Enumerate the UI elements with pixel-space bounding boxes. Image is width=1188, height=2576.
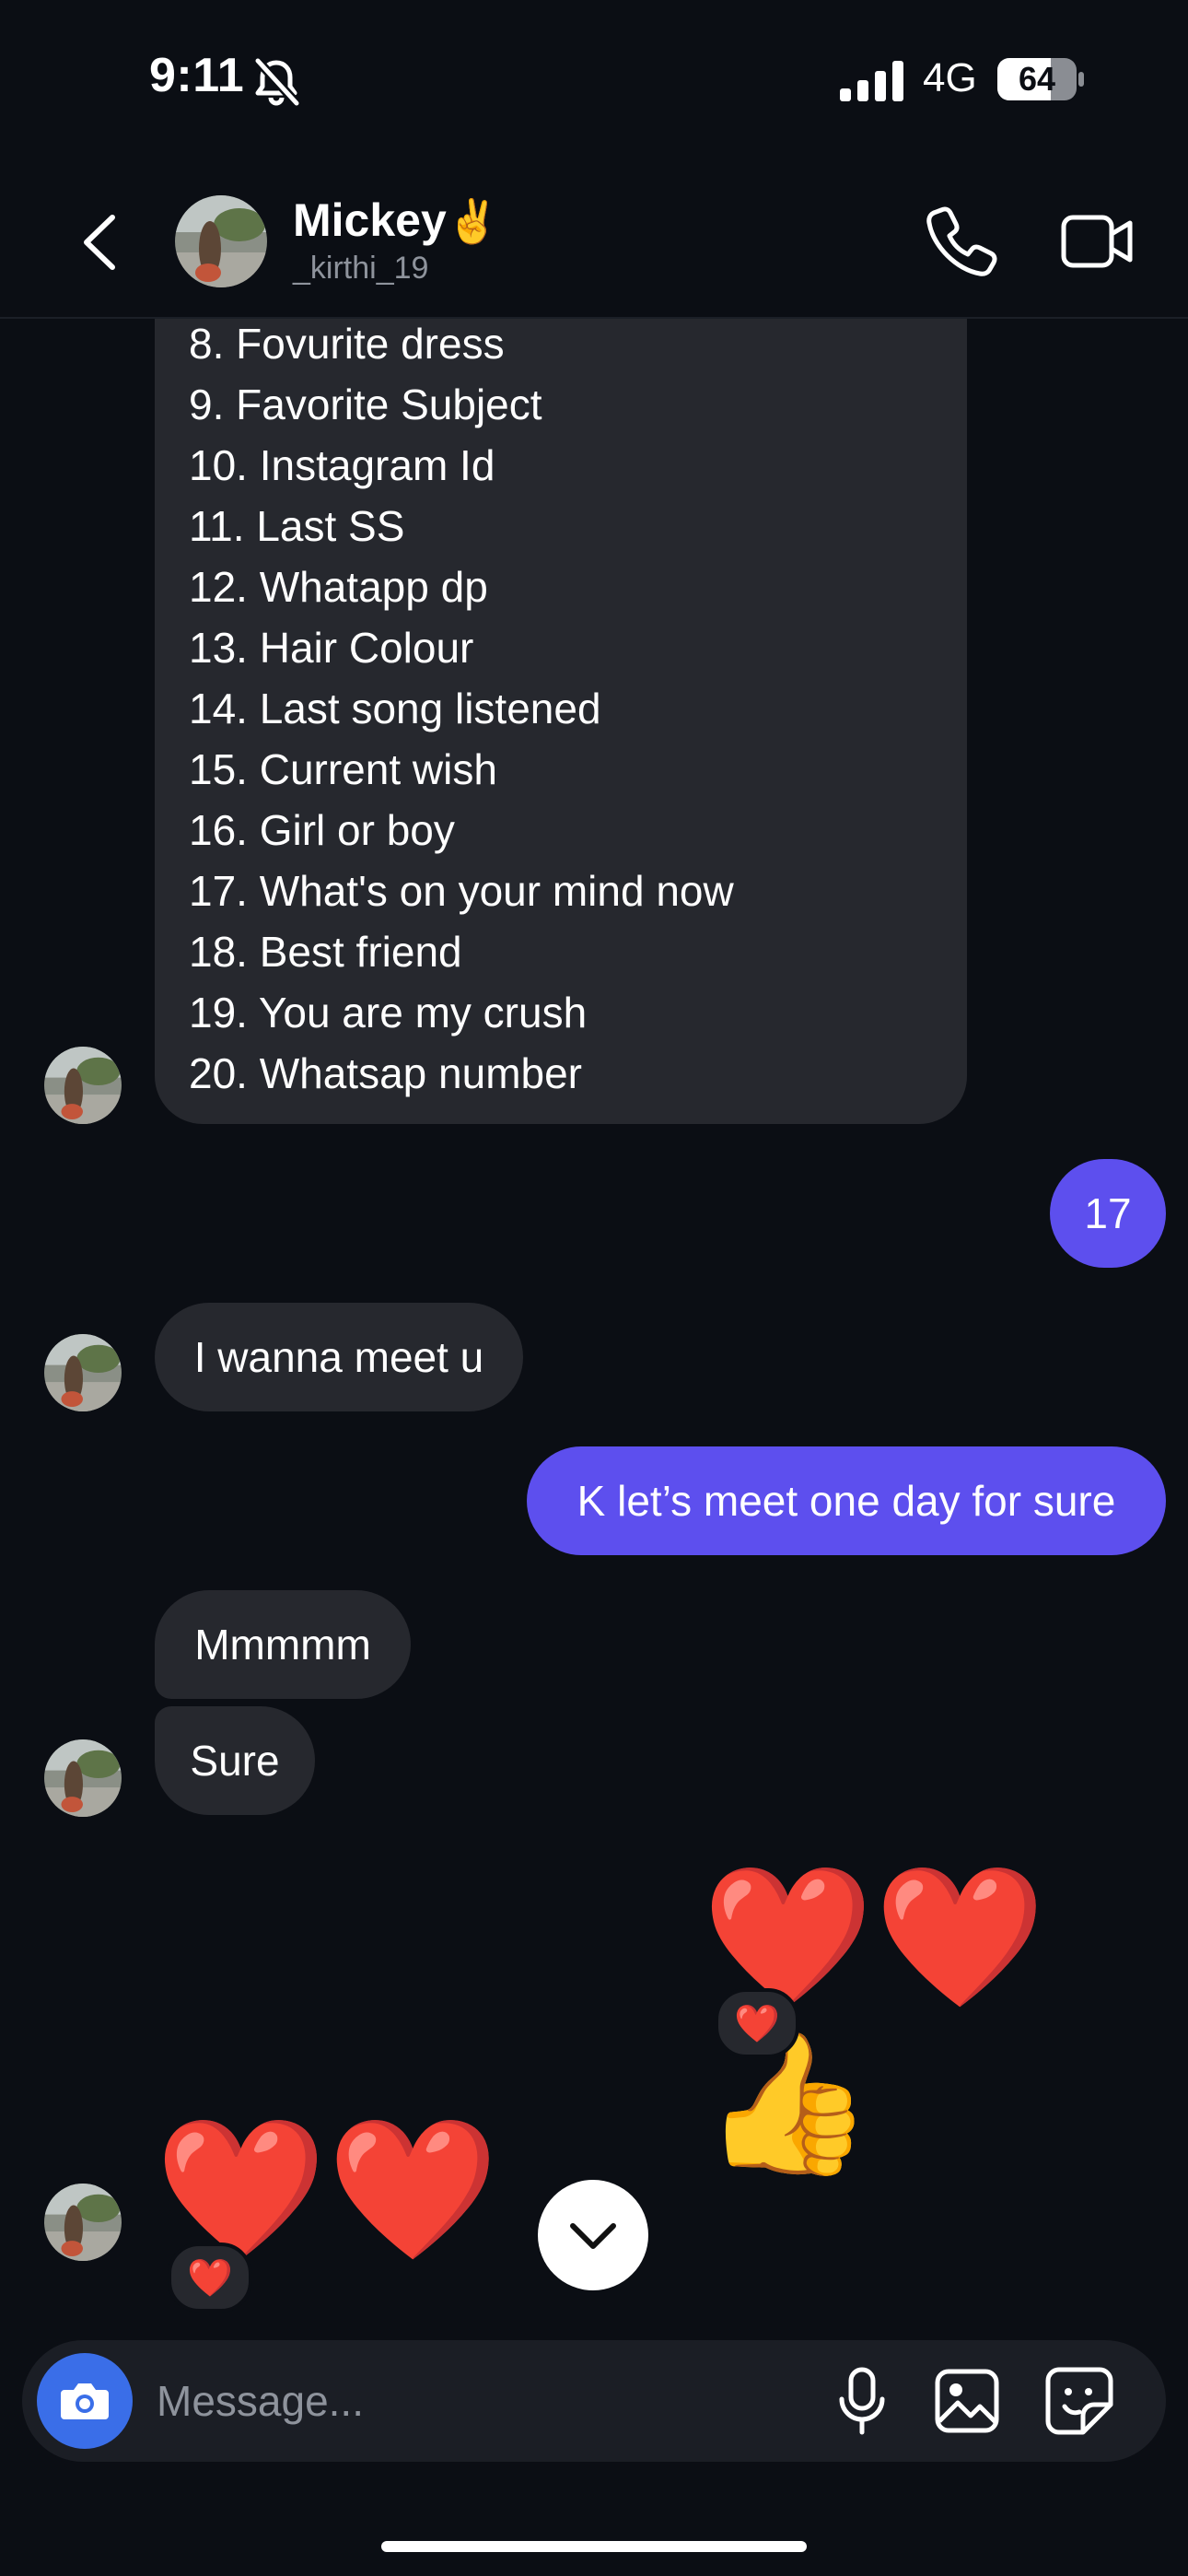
question-list: 8. Fovurite dress 9. Favorite Subject 10…: [189, 313, 734, 1104]
sent-message-bubble[interactable]: 17: [1050, 1159, 1166, 1268]
received-message-bubble[interactable]: I wanna meet u: [155, 1303, 523, 1411]
phone-icon[interactable]: [926, 205, 998, 276]
list-item: 9. Favorite Subject: [189, 381, 542, 428]
video-call-icon[interactable]: [1061, 208, 1135, 275]
chat-title[interactable]: Mickey✌️: [293, 193, 499, 247]
message-text: K let’s meet one day for sure: [577, 1477, 1116, 1525]
back-arrow-icon[interactable]: [74, 210, 129, 275]
message-text: Sure: [190, 1737, 280, 1785]
list-item: 14. Last song listened: [189, 685, 601, 732]
battery-level: 64: [1018, 60, 1056, 98]
battery-icon: 64: [996, 57, 1085, 101]
message-text: Mmmmm: [194, 1621, 371, 1669]
microphone-icon[interactable]: [834, 2366, 890, 2436]
message-text: I wanna meet u: [193, 1333, 484, 1381]
list-item: 19. You are my crush: [189, 989, 588, 1036]
heart-reaction: ❤️: [187, 2257, 233, 2299]
list-item: 18. Best friend: [189, 928, 462, 976]
received-message-bubble[interactable]: Sure: [155, 1706, 315, 1815]
list-item: 16. Girl or boy: [189, 806, 455, 854]
scroll-to-bottom-button[interactable]: [538, 2180, 648, 2290]
list-item: 11. Last SS: [189, 502, 405, 550]
list-item: 12. Whatapp dp: [189, 563, 488, 611]
sticker-icon[interactable]: [1044, 2366, 1114, 2436]
list-item: 10. Instagram Id: [189, 441, 495, 489]
reaction-badge[interactable]: ❤️: [715, 1988, 799, 2058]
list-item: 8. Fovurite dress: [189, 320, 505, 368]
status-time: 9:11: [149, 49, 245, 102]
camera-icon: [61, 2383, 109, 2419]
sender-avatar[interactable]: [44, 2184, 122, 2261]
victory-emoji: ✌️: [446, 197, 500, 245]
sent-message-bubble[interactable]: K let’s meet one day for sure: [527, 1446, 1166, 1555]
message-text: 17: [1084, 1189, 1132, 1237]
message-input[interactable]: [155, 2371, 803, 2430]
chevron-down-icon: [570, 2223, 616, 2249]
home-indicator: [381, 2541, 807, 2552]
reaction-badge[interactable]: ❤️: [168, 2242, 252, 2313]
sender-avatar[interactable]: [44, 1047, 122, 1124]
sender-avatar[interactable]: [44, 1334, 122, 1411]
gallery-icon[interactable]: [934, 2368, 1000, 2434]
contact-name: Mickey: [293, 194, 447, 246]
received-message-bubble[interactable]: Mmmmm: [155, 1590, 411, 1699]
network-type: 4G: [923, 55, 977, 100]
heart-reaction: ❤️: [734, 2003, 780, 2044]
signal-icon: [840, 61, 903, 101]
list-item: 15. Current wish: [189, 745, 497, 793]
avatar[interactable]: [175, 195, 267, 287]
camera-button[interactable]: [37, 2353, 133, 2449]
contact-username: _kirthi_19: [293, 251, 429, 286]
list-item: 17. What's on your mind now: [189, 867, 734, 915]
list-item: 13. Hair Colour: [189, 624, 474, 672]
bell-muted-icon: [254, 57, 300, 107]
list-item: 20. Whatsap number: [189, 1049, 583, 1097]
sender-avatar[interactable]: [44, 1739, 122, 1817]
